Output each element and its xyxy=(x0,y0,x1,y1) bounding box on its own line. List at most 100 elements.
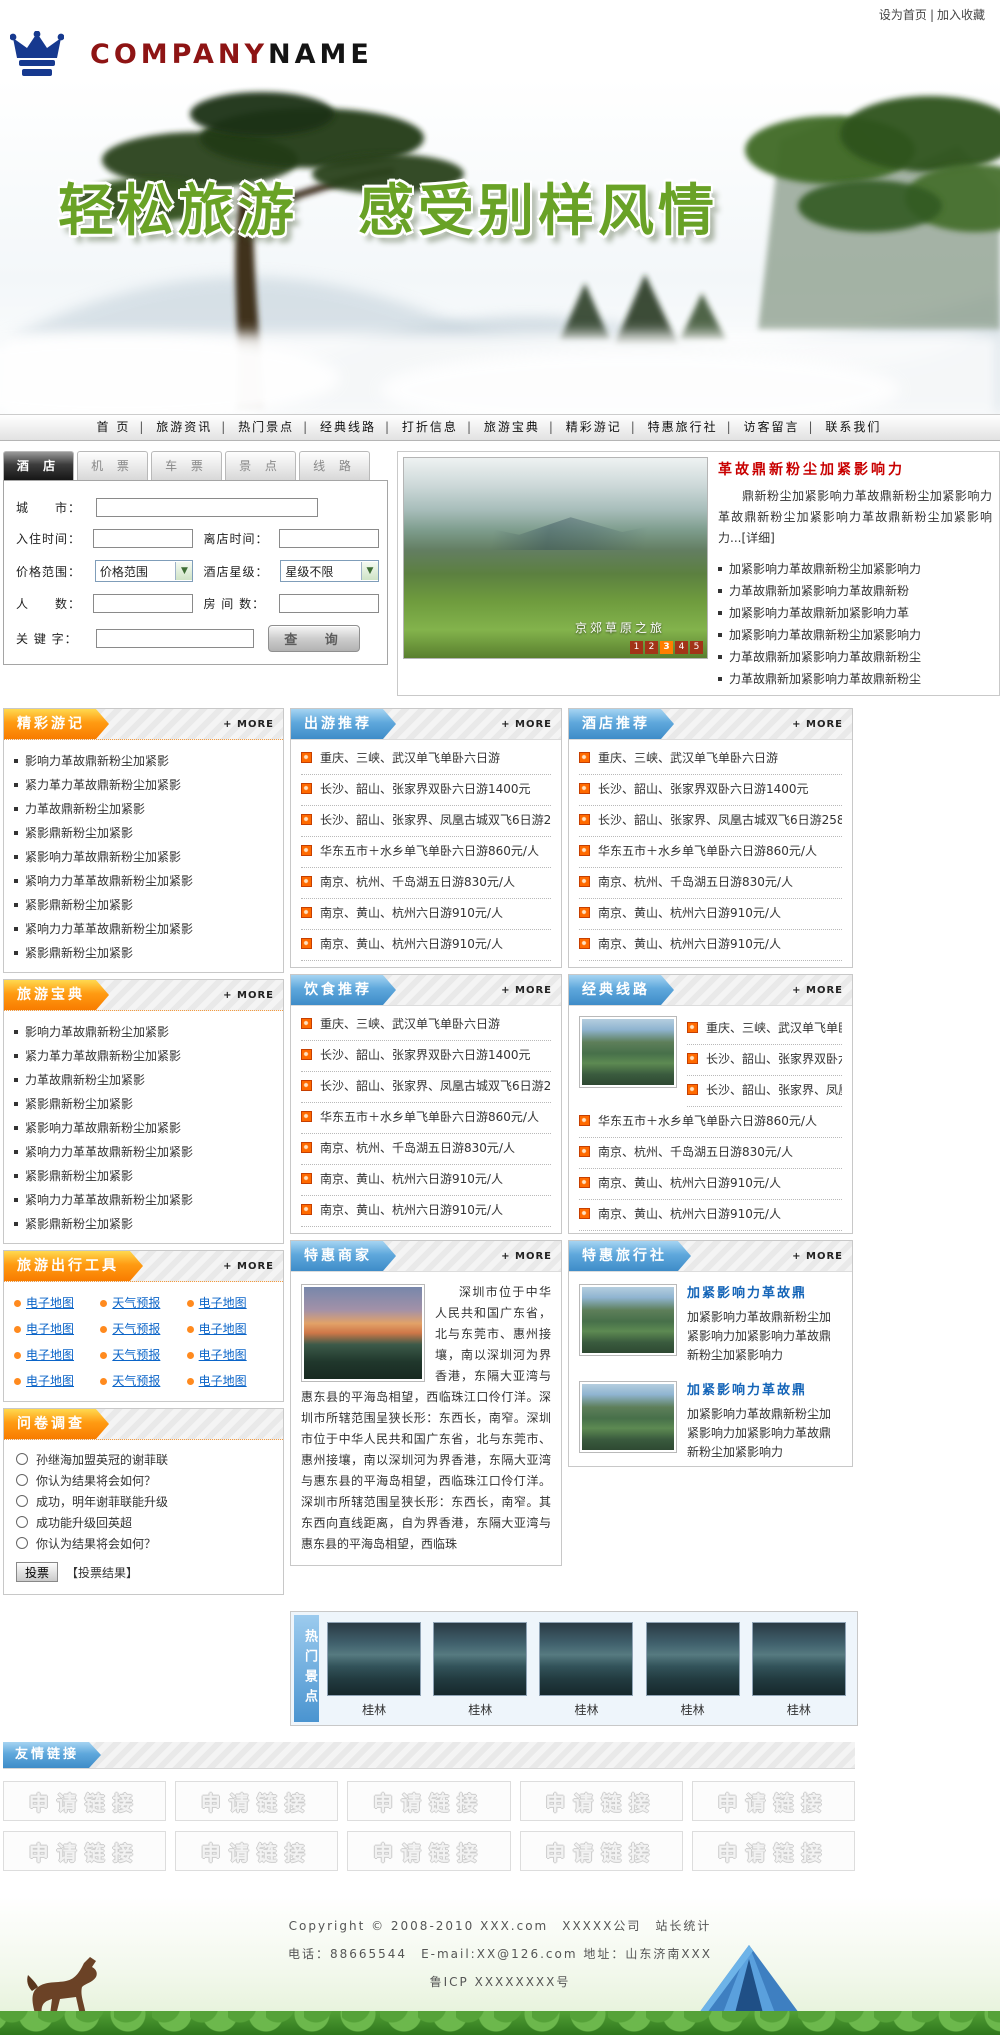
agency-photo[interactable] xyxy=(579,1381,677,1453)
hot-spot-item[interactable]: 桂林 xyxy=(433,1622,527,1718)
nav-link[interactable]: 联系我们 xyxy=(825,420,881,434)
list-item[interactable]: 紧影鼎新粉尘加紧影 xyxy=(14,1164,273,1188)
list-item[interactable]: 影响力革故鼎新粉尘加紧影 xyxy=(14,749,273,773)
link-placeholder[interactable]: 申请链接 xyxy=(520,1831,683,1871)
tour-item[interactable]: 华东五市＋水乡单飞单卧六日游860元/人 xyxy=(579,837,842,868)
tool-link[interactable]: 天气预报 xyxy=(112,1374,160,1388)
nav-link[interactable]: 首 页 xyxy=(97,420,131,434)
tour-item[interactable]: 重庆、三峡、武汉单飞单卧六日游 xyxy=(301,744,551,775)
nav-link[interactable]: 精彩游记 xyxy=(566,420,622,434)
tool-link[interactable]: 电子地图 xyxy=(199,1374,247,1388)
search-tab[interactable]: 景 点 xyxy=(225,451,296,480)
tour-item[interactable]: 华东五市＋水乡单飞单卧六日游860元/人 xyxy=(579,1107,842,1138)
tour-item[interactable]: 重庆、三峡、武汉单飞单卧六日游 xyxy=(687,1014,842,1045)
tour-item[interactable]: 南京、黄山、杭州六日游910元/人 xyxy=(579,899,842,930)
link-placeholder[interactable]: 申请链接 xyxy=(3,1831,166,1871)
list-item[interactable]: 紧影响力革故鼎新粉尘加紧影 xyxy=(14,845,273,869)
survey-option[interactable]: 孙继海加盟英冠的谢菲联 xyxy=(16,1450,271,1471)
tour-item[interactable]: 南京、杭州、千岛湖五日游830元/人 xyxy=(301,868,551,899)
news-item[interactable]: 加紧影响力革故鼎新加紧影响力革 xyxy=(718,602,992,624)
news-item[interactable]: 力革故鼎新加紧影响力革故鼎新粉尘 xyxy=(718,668,992,690)
list-item[interactable]: 紧响力力革革故鼎新粉尘加紧影 xyxy=(14,1140,273,1164)
more-link[interactable]: + MORE xyxy=(792,719,843,730)
list-item[interactable]: 紧影鼎新粉尘加紧影 xyxy=(14,1092,273,1116)
tool-link[interactable]: 电子地图 xyxy=(26,1348,74,1362)
tour-item[interactable]: 南京、黄山、杭州六日游910元/人 xyxy=(301,1165,551,1196)
vote-button[interactable]: 投票 xyxy=(16,1562,58,1582)
hot-spot-item[interactable]: 桂林 xyxy=(327,1622,421,1718)
search-tab[interactable]: 机 票 xyxy=(77,451,148,480)
search-tab[interactable]: 车 票 xyxy=(151,451,222,480)
tour-item[interactable]: 长沙、韶山、张家界、凤凰古城双飞6日游2580元 xyxy=(687,1076,842,1107)
tool-link[interactable]: 电子地图 xyxy=(26,1296,74,1310)
nav-link[interactable]: 打折信息 xyxy=(402,420,458,434)
link-placeholder[interactable]: 申请链接 xyxy=(520,1781,683,1821)
list-item[interactable]: 紧影鼎新粉尘加紧影 xyxy=(14,941,273,965)
tour-item[interactable]: 南京、杭州、千岛湖五日游830元/人 xyxy=(301,1134,551,1165)
link-placeholder[interactable]: 申请链接 xyxy=(175,1831,338,1871)
more-link[interactable]: + MORE xyxy=(501,1251,552,1262)
list-item[interactable]: 紧响力力革革故鼎新粉尘加紧影 xyxy=(14,869,273,893)
more-link[interactable]: + MORE xyxy=(792,1251,843,1262)
tour-item[interactable]: 长沙、韶山、张家界、凤凰古城双飞6日游2580元 xyxy=(579,806,842,837)
more-link[interactable]: + MORE xyxy=(223,990,274,1001)
tour-item[interactable]: 南京、黄山、杭州六日游910元/人 xyxy=(301,899,551,930)
hotel-star-select[interactable]: 星级不限▼ xyxy=(280,560,379,582)
rooms-input[interactable] xyxy=(279,594,379,613)
more-link[interactable]: + MORE xyxy=(223,1261,274,1272)
news-detail-link[interactable]: [详细] xyxy=(741,531,774,545)
price-range-select[interactable]: 价格范围▼ xyxy=(95,560,194,582)
checkin-input[interactable] xyxy=(93,529,193,548)
radio-icon[interactable] xyxy=(16,1537,28,1549)
list-item[interactable]: 紧影鼎新粉尘加紧影 xyxy=(14,1212,273,1236)
search-tab[interactable]: 酒 店 xyxy=(3,451,74,480)
link-placeholder[interactable]: 申请链接 xyxy=(3,1781,166,1821)
radio-icon[interactable] xyxy=(16,1453,28,1465)
list-item[interactable]: 力革故鼎新粉尘加紧影 xyxy=(14,1068,273,1092)
city-input[interactable] xyxy=(96,498,318,517)
tour-item[interactable]: 重庆、三峡、武汉单飞单卧六日游 xyxy=(301,1010,551,1041)
nav-link[interactable]: 旅游宝典 xyxy=(484,420,540,434)
link-placeholder[interactable]: 申请链接 xyxy=(692,1781,855,1821)
link-placeholder[interactable]: 申请链接 xyxy=(175,1781,338,1821)
list-item[interactable]: 紧力革力革故鼎新粉尘加紧影 xyxy=(14,773,273,797)
tour-item[interactable]: 南京、黄山、杭州六日游910元/人 xyxy=(579,930,842,961)
nav-link[interactable]: 旅游资讯 xyxy=(156,420,212,434)
list-item[interactable]: 紧影鼎新粉尘加紧影 xyxy=(14,893,273,917)
tour-item[interactable]: 长沙、韶山、张家界、凤凰古城双飞6日游2580元 xyxy=(301,1072,551,1103)
agency-photo[interactable] xyxy=(579,1284,677,1356)
survey-option[interactable]: 你认为结果将会如何？ xyxy=(16,1471,271,1492)
survey-option[interactable]: 你认为结果将会如何？ xyxy=(16,1534,271,1555)
people-input[interactable] xyxy=(93,594,193,613)
search-submit-button[interactable]: 查 询 xyxy=(268,625,360,652)
nav-link[interactable]: 经典线路 xyxy=(320,420,376,434)
tool-link[interactable]: 电子地图 xyxy=(199,1348,247,1362)
radio-icon[interactable] xyxy=(16,1516,28,1528)
tool-link[interactable]: 电子地图 xyxy=(199,1322,247,1336)
tour-item[interactable]: 长沙、韶山、张家界双卧六日游1400元 xyxy=(687,1045,842,1076)
checkout-input[interactable] xyxy=(279,529,379,548)
tour-item[interactable]: 南京、黄山、杭州六日游910元/人 xyxy=(579,1169,842,1200)
tool-link[interactable]: 天气预报 xyxy=(112,1348,160,1362)
tour-item[interactable]: 长沙、韶山、张家界双卧六日游1400元 xyxy=(301,775,551,806)
tour-item[interactable]: 南京、黄山、杭州六日游910元/人 xyxy=(301,930,551,961)
survey-option[interactable]: 成功，明年谢菲联能升级 xyxy=(16,1492,271,1513)
list-item[interactable]: 力革故鼎新粉尘加紧影 xyxy=(14,797,273,821)
tool-link[interactable]: 电子地图 xyxy=(199,1296,247,1310)
set-home-link[interactable]: 设为首页 xyxy=(879,8,927,22)
list-item[interactable]: 影响力革故鼎新粉尘加紧影 xyxy=(14,1020,273,1044)
route-photo[interactable] xyxy=(579,1016,677,1088)
link-placeholder[interactable]: 申请链接 xyxy=(347,1831,510,1871)
tour-item[interactable]: 南京、杭州、千岛湖五日游830元/人 xyxy=(579,1138,842,1169)
radio-icon[interactable] xyxy=(16,1495,28,1507)
tool-link[interactable]: 电子地图 xyxy=(26,1374,74,1388)
news-item[interactable]: 力革故鼎新加紧影响力革故鼎新粉 xyxy=(718,580,992,602)
radio-icon[interactable] xyxy=(16,1474,28,1486)
link-placeholder[interactable]: 申请链接 xyxy=(347,1781,510,1821)
hot-spot-item[interactable]: 桂林 xyxy=(539,1622,633,1718)
slideshow-page-button[interactable]: 3 xyxy=(660,641,673,654)
more-link[interactable]: + MORE xyxy=(501,985,552,996)
news-title[interactable]: 革故鼎新粉尘加紧影响力 xyxy=(718,459,992,479)
link-placeholder[interactable]: 申请链接 xyxy=(692,1831,855,1871)
tool-link[interactable]: 电子地图 xyxy=(26,1322,74,1336)
